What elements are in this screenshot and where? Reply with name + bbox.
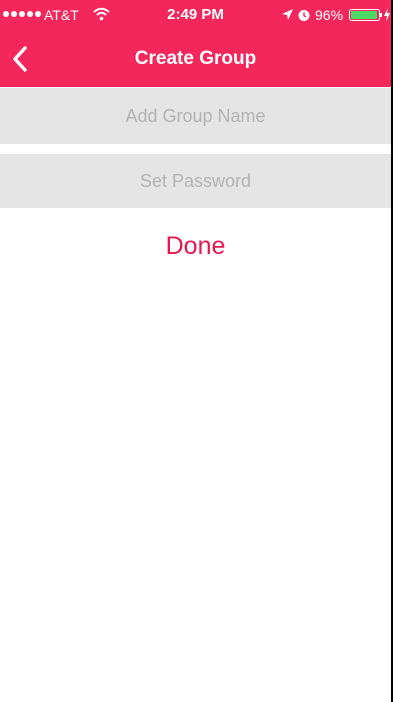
battery-percent: 96% (315, 7, 344, 23)
done-button[interactable]: Done (0, 221, 391, 271)
charging-bolt-icon (384, 8, 390, 22)
page-title: Create Group (134, 48, 257, 69)
header: AT&T 2:49 PM 96% Create Group (0, 0, 391, 87)
status-bar: AT&T 2:49 PM 96% (0, 0, 391, 30)
battery-fill (351, 11, 377, 19)
password-input[interactable] (0, 154, 391, 208)
battery-icon (349, 9, 382, 21)
alarm-clock-icon (298, 10, 310, 21)
app-screen: AT&T 2:49 PM 96% Create Group Add Group … (0, 0, 391, 702)
location-arrow-icon (282, 9, 293, 20)
group-name-input[interactable] (0, 88, 391, 144)
navigation-bar: Create Group (0, 30, 391, 87)
